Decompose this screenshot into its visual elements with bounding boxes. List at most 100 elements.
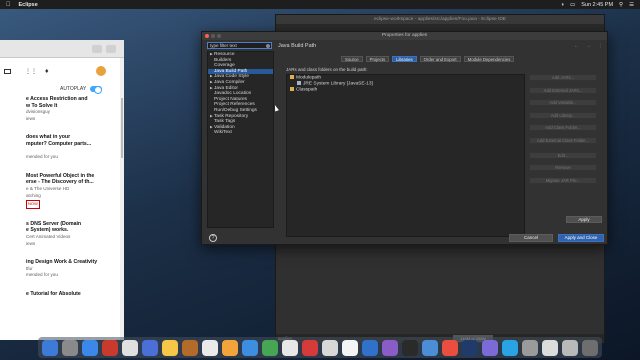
apps-icon[interactable]: ⋮⋮ xyxy=(25,68,37,75)
library-action-button[interactable]: Add External JARs... xyxy=(529,86,597,94)
dock-app-icon[interactable] xyxy=(262,339,278,356)
tabs-button[interactable] xyxy=(106,45,116,53)
autoplay-toggle[interactable] xyxy=(90,86,103,94)
dock-app-icon[interactable] xyxy=(382,339,398,356)
dock-app-icon[interactable] xyxy=(182,339,198,356)
dock-app-icon[interactable] xyxy=(342,339,358,356)
dock-app-icon[interactable] xyxy=(42,339,58,356)
video-meta: dvisionsguy iews xyxy=(26,109,51,121)
dock-app-icon[interactable] xyxy=(122,339,138,356)
dock-app-icon[interactable] xyxy=(222,339,238,356)
apply-button[interactable]: Apply xyxy=(566,216,602,223)
dock-app-icon[interactable] xyxy=(82,339,98,356)
tab-order-and-export[interactable]: Order and Export xyxy=(419,56,461,62)
library-action-button[interactable]: Edit... xyxy=(529,151,597,159)
forward-arrow-icon[interactable]: → xyxy=(586,43,591,49)
bell-icon[interactable]: ♦ xyxy=(45,68,49,75)
video-meta: e & The Universe HD atching xyxy=(26,185,70,198)
library-node[interactable]: Classpath xyxy=(287,87,524,93)
library-action-button[interactable]: Add Library... xyxy=(529,111,597,119)
dialog-title: Properties for applies xyxy=(381,33,428,38)
autoplay-label: AUTOPLAY xyxy=(60,86,87,92)
tree-item-label: Task Repository xyxy=(214,113,249,119)
dock-app-icon[interactable] xyxy=(482,339,498,356)
dock-app-icon[interactable] xyxy=(422,339,438,356)
close-window-button[interactable] xyxy=(205,34,209,38)
video-title[interactable]: ing Design Work & Creativity xyxy=(26,259,124,266)
video-list: e Access Restriction and w To Solve It dvi… xyxy=(0,94,124,299)
more-menu-icon[interactable]: ⋮ xyxy=(598,43,603,49)
filter-placeholder: type filter text xyxy=(210,43,237,48)
tab-source[interactable]: Source xyxy=(341,56,363,62)
video-item[interactable]: Most Powerful Object in the erse - The Di… xyxy=(0,171,124,211)
dock-app-icon[interactable] xyxy=(582,339,598,356)
dock-app-icon[interactable] xyxy=(442,339,458,356)
dock-app-icon[interactable] xyxy=(282,339,298,356)
libraries-tree[interactable]: Modulepath JRE System Library [JavaSE-13]… xyxy=(286,74,525,237)
search-icon[interactable]: ⚲ xyxy=(619,2,623,8)
video-item[interactable]: ing Design Work & Creativity tfur mended f… xyxy=(0,257,124,281)
library-action-button[interactable]: Add Variable... xyxy=(529,99,597,106)
dock-app-icon[interactable] xyxy=(522,339,538,356)
library-action-button[interactable]: Migrate JAR File... xyxy=(529,176,597,184)
cancel-button[interactable]: Cancel xyxy=(509,234,553,242)
dock-app-icon[interactable] xyxy=(242,339,258,356)
dock-app-icon[interactable] xyxy=(162,339,178,356)
dock-app-icon[interactable] xyxy=(362,339,378,356)
dock-app-icon[interactable] xyxy=(562,339,578,356)
video-item[interactable]: e Tutorial for Absolute xyxy=(0,289,124,300)
tab-projects[interactable]: Projects xyxy=(365,56,390,62)
dock-app-icon[interactable] xyxy=(542,339,558,356)
tab-module-dependencies[interactable]: Module Dependencies xyxy=(463,56,515,62)
video-item[interactable]: does what in your mputer? Computer parts.… xyxy=(0,132,124,162)
video-title[interactable]: s DNS Server (Domain e System) works. xyxy=(26,221,124,234)
filter-input[interactable]: type filter text xyxy=(207,42,272,49)
app-menu-name[interactable]: Eclipse xyxy=(19,2,38,8)
battery-icon[interactable]: ▭ xyxy=(570,2,575,8)
video-title[interactable]: e Tutorial for Absolute xyxy=(26,291,124,298)
dialog-title-bar: Properties for applies xyxy=(202,32,607,40)
apple-icon[interactable]:  xyxy=(6,2,11,8)
clock[interactable]: Sun 2:45 PM xyxy=(581,2,613,8)
video-title[interactable]: e Access Restriction and w To Solve It xyxy=(26,96,124,109)
tree-item-label: WikiText xyxy=(214,130,232,136)
dock-app-icon[interactable] xyxy=(102,339,118,356)
apply-and-close-button[interactable]: Apply and Close xyxy=(558,234,604,242)
build-path-tabs: Source Projects Libraries Order and Export M… xyxy=(341,56,515,62)
video-item[interactable]: s DNS Server (Domain e System) works. Cert… xyxy=(0,219,124,249)
video-title[interactable]: does what in your mputer? Computer parts.… xyxy=(26,134,124,147)
share-button[interactable] xyxy=(92,45,102,53)
scrollbar[interactable] xyxy=(120,58,124,340)
tree-item-label: Validation xyxy=(214,124,235,130)
library-action-button[interactable]: Remove xyxy=(529,164,597,171)
library-action-button[interactable]: Add Class Folder... xyxy=(529,124,597,131)
browser-window: ⋮⋮ ♦ AUTOPLAY e Access Restriction and w … xyxy=(0,40,124,340)
zoom-window-button[interactable] xyxy=(217,34,221,38)
dock-app-icon[interactable] xyxy=(462,339,478,356)
dock-app-icon[interactable] xyxy=(402,339,418,356)
video-title[interactable]: Most Powerful Object in the erse - The Di… xyxy=(26,173,124,186)
video-header: ⋮⋮ ♦ xyxy=(0,58,124,84)
help-icon[interactable]: ? xyxy=(209,234,217,242)
create-video-icon[interactable] xyxy=(4,68,11,74)
library-action-button[interactable]: Add External Class Folder... xyxy=(529,136,597,144)
folder-icon xyxy=(290,87,294,91)
avatar[interactable] xyxy=(96,66,106,76)
dock-app-icon[interactable] xyxy=(502,339,518,356)
dock-app-icon[interactable] xyxy=(302,339,318,356)
minimize-window-button[interactable] xyxy=(211,34,215,38)
tree-item[interactable]: WikiText xyxy=(208,130,273,136)
menu-bar:  Eclipse ◑ ▭ Sun 2:45 PM ⚲ ☰ xyxy=(0,0,640,9)
properties-dialog: Properties for applies type filter text … xyxy=(201,31,608,245)
dock-app-icon[interactable] xyxy=(62,339,78,356)
dock-app-icon[interactable] xyxy=(202,339,218,356)
tab-libraries[interactable]: Libraries xyxy=(392,56,417,62)
clear-filter-icon[interactable] xyxy=(266,44,270,48)
wifi-icon[interactable]: ◑ xyxy=(561,2,564,8)
library-action-button[interactable]: Add JARs... xyxy=(529,74,597,81)
menu-list-icon[interactable]: ☰ xyxy=(629,2,634,8)
back-arrow-icon[interactable]: ← xyxy=(574,43,579,49)
video-item[interactable]: e Access Restriction and w To Solve It dvi… xyxy=(0,94,124,124)
dock-app-icon[interactable] xyxy=(322,339,338,356)
dock-app-icon[interactable] xyxy=(142,339,158,356)
